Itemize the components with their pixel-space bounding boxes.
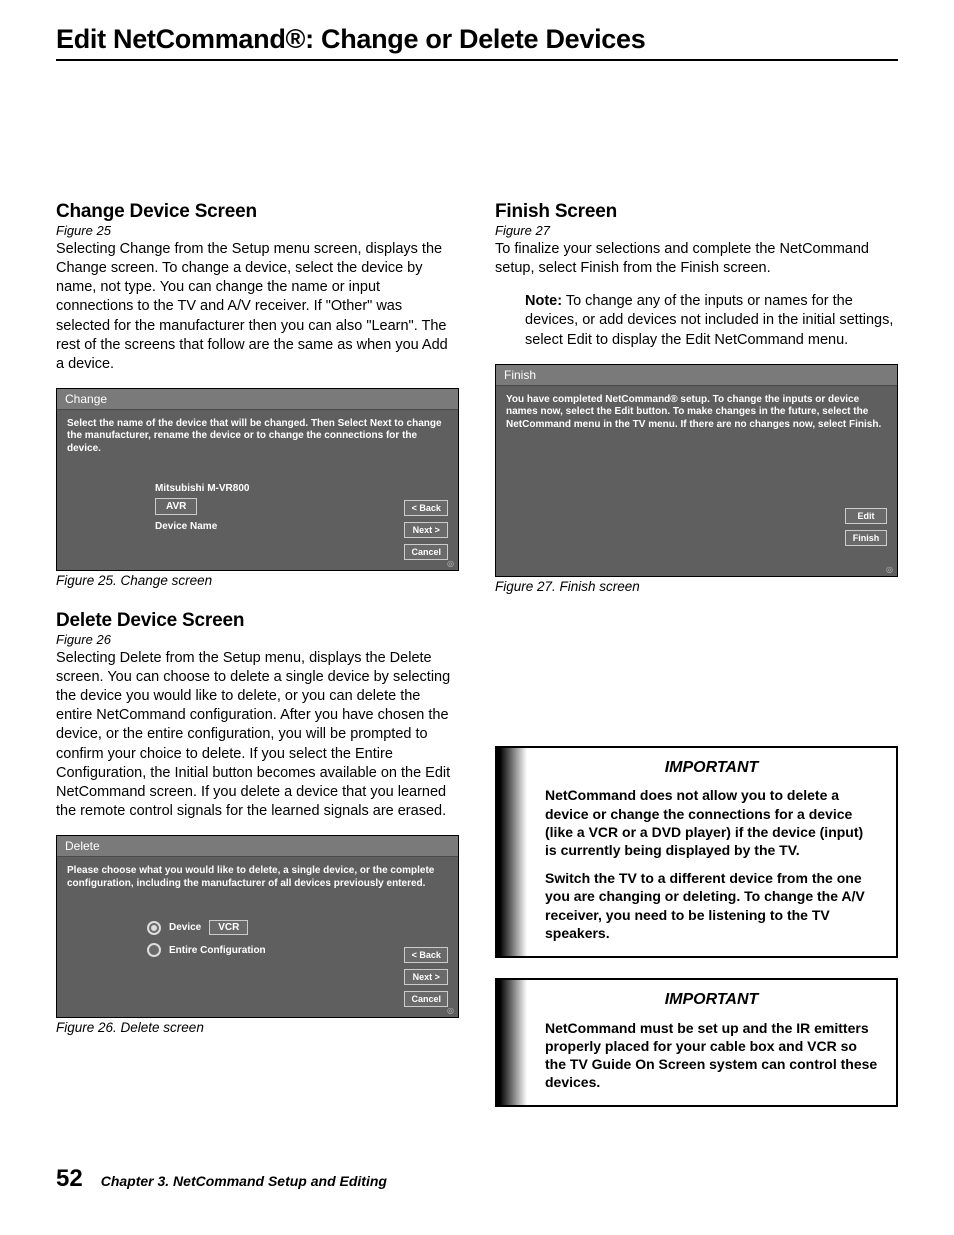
entire-config-label: Entire Configuration bbox=[169, 945, 266, 956]
corner-icon: ◎ bbox=[886, 565, 893, 574]
cancel-button[interactable]: Cancel bbox=[404, 991, 448, 1007]
corner-icon: ◎ bbox=[447, 1006, 454, 1015]
cancel-button[interactable]: Cancel bbox=[404, 544, 448, 560]
finish-shot-title: Finish bbox=[496, 365, 897, 386]
next-button[interactable]: Next > bbox=[404, 969, 448, 985]
back-button[interactable]: < Back bbox=[404, 947, 448, 963]
back-button[interactable]: < Back bbox=[404, 500, 448, 516]
next-button[interactable]: Next > bbox=[404, 522, 448, 538]
change-screenshot: Change Select the name of the device tha… bbox=[56, 388, 459, 571]
finish-note: Note: To change any of the inputs or nam… bbox=[525, 292, 898, 349]
fig25-ref: Figure 25 bbox=[56, 223, 459, 238]
footer: 52 Chapter 3. NetCommand Setup and Editi… bbox=[56, 1165, 898, 1193]
fig27-ref: Figure 27 bbox=[495, 223, 898, 238]
finish-screenshot: Finish You have completed NetCommand® se… bbox=[495, 364, 898, 577]
page-number: 52 bbox=[56, 1165, 83, 1193]
corner-icon: ◎ bbox=[447, 559, 454, 568]
fig26-ref: Figure 26 bbox=[56, 632, 459, 647]
page-title: Edit NetCommand®: Change or Delete Devic… bbox=[56, 24, 898, 61]
change-heading: Change Device Screen bbox=[56, 201, 459, 223]
delete-body: Selecting Delete from the Setup menu, di… bbox=[56, 649, 459, 821]
entire-config-radio[interactable] bbox=[147, 943, 161, 957]
finish-heading: Finish Screen bbox=[495, 201, 898, 223]
important-title: IMPORTANT bbox=[545, 758, 878, 779]
change-body: Selecting Change from the Setup menu scr… bbox=[56, 240, 459, 374]
important-text: NetCommand does not allow you to delete … bbox=[545, 786, 878, 859]
important-title: IMPORTANT bbox=[545, 990, 878, 1011]
device-name-input[interactable]: AVR bbox=[155, 498, 197, 515]
device-radio-label: Device bbox=[169, 922, 201, 933]
delete-heading: Delete Device Screen bbox=[56, 610, 459, 632]
finish-body: To finalize your selections and complete… bbox=[495, 240, 898, 278]
fig27-caption: Figure 27. Finish screen bbox=[495, 579, 898, 594]
right-column: Finish Screen Figure 27 To finalize your… bbox=[495, 201, 898, 1125]
delete-shot-title: Delete bbox=[57, 836, 458, 857]
device-radio[interactable] bbox=[147, 921, 161, 935]
finish-shot-instruction: You have completed NetCommand® setup. To… bbox=[506, 394, 887, 432]
change-shot-instruction: Select the name of the device that will … bbox=[67, 418, 448, 456]
important-text: Switch the TV to a different device from… bbox=[545, 869, 878, 942]
important-box-2: IMPORTANT NetCommand must be set up and … bbox=[495, 978, 898, 1108]
delete-screenshot: Delete Please choose what you would like… bbox=[56, 835, 459, 1018]
fig26-caption: Figure 26. Delete screen bbox=[56, 1020, 459, 1035]
edit-button[interactable]: Edit bbox=[845, 508, 887, 524]
change-shot-title: Change bbox=[57, 389, 458, 410]
left-column: Change Device Screen Figure 25 Selecting… bbox=[56, 201, 459, 1125]
device-select[interactable]: VCR bbox=[209, 920, 248, 935]
finish-button[interactable]: Finish bbox=[845, 530, 887, 546]
important-box-1: IMPORTANT NetCommand does not allow you … bbox=[495, 746, 898, 958]
fig25-caption: Figure 25. Change screen bbox=[56, 573, 459, 588]
columns: Change Device Screen Figure 25 Selecting… bbox=[56, 201, 898, 1125]
delete-shot-instruction: Please choose what you would like to del… bbox=[67, 865, 448, 890]
important-text: NetCommand must be set up and the IR emi… bbox=[545, 1019, 878, 1092]
device-name-text: Mitsubishi M-VR800 bbox=[155, 483, 448, 494]
chapter-label: Chapter 3. NetCommand Setup and Editing bbox=[101, 1173, 387, 1189]
